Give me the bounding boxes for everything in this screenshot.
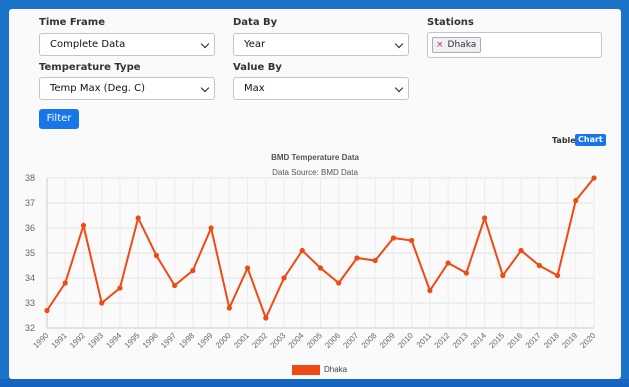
x-tick-label: 2015 [487,331,506,350]
filter-panel: Time Frame Complete Data Data By Year St… [9,9,621,379]
y-tick-label: 36 [25,223,35,233]
data-point [135,215,141,221]
x-tick-label: 1994 [104,331,123,350]
x-tick-label: 1990 [31,331,50,350]
x-tick-label: 1999 [196,331,215,350]
x-tick-label: 2011 [415,331,434,350]
data-point [463,270,469,276]
data-point [591,175,597,181]
x-tick-label: 2005 [305,331,324,350]
bottom-edge-bar [0,379,629,387]
x-tick-label: 1997 [159,331,178,350]
x-tick-label: 2014 [469,331,488,350]
x-tick-label: 2010 [396,331,415,350]
data-point [536,262,542,269]
y-tick-label: 37 [25,198,35,208]
data-point [117,285,123,291]
data-point [427,287,433,294]
x-tick-label: 2013 [451,331,470,350]
data-point [409,237,415,244]
x-tick-label: 2018 [542,331,561,350]
data-point [99,300,105,306]
data-point [317,265,324,271]
x-tick-label: 1993 [86,331,105,350]
data-point [172,282,178,289]
x-tick-label: 2002 [250,331,269,350]
data-point [208,225,214,231]
x-tick-label: 2012 [433,331,452,350]
x-tick-label: 2008 [360,331,379,350]
x-tick-label: 1995 [123,331,142,350]
data-point [372,257,378,264]
y-tick-label: 33 [25,298,35,308]
legend-label-dhaka[interactable]: Dhaka [324,365,347,374]
data-point [281,275,287,281]
data-point [44,307,50,314]
data-point [190,267,196,274]
y-tick-label: 34 [25,273,35,283]
data-point [518,247,524,254]
x-tick-label: 2004 [287,331,306,350]
x-tick-label: 2009 [378,331,397,350]
line-chart: 323334353637381990 1991 1992 1993 1994 1995 19… [25,173,598,350]
data-point [153,252,159,259]
data-point [554,272,561,279]
x-tick-label: 1998 [177,331,196,350]
data-point [263,315,269,321]
data-point [244,265,251,271]
data-point [390,235,397,241]
y-tick-label: 32 [25,323,35,333]
data-point [336,280,342,286]
x-tick-label: 2016 [506,331,525,350]
data-point [445,260,451,266]
x-tick-label: 1992 [68,331,87,350]
y-tick-label: 38 [25,173,35,183]
x-tick-label: 2006 [323,331,342,350]
legend-swatch-dhaka[interactable] [292,365,320,375]
x-tick-label: 2017 [524,331,543,350]
x-tick-label: 2001 [232,331,251,350]
data-point [482,215,488,221]
x-tick-label: 2019 [560,331,579,350]
data-point [226,305,232,311]
data-point [80,222,87,229]
x-tick-label: 1991 [50,331,69,350]
x-tick-label: 1996 [141,331,160,350]
data-point [573,197,579,204]
x-tick-label: 2000 [214,331,233,350]
x-tick-label: 2007 [341,331,360,350]
x-tick-label: 2003 [268,331,287,350]
data-point [299,247,305,254]
y-tick-label: 35 [25,248,35,258]
x-tick-label: 2020 [578,331,597,350]
data-point [354,255,360,261]
data-point [500,272,506,279]
data-point [62,280,68,286]
